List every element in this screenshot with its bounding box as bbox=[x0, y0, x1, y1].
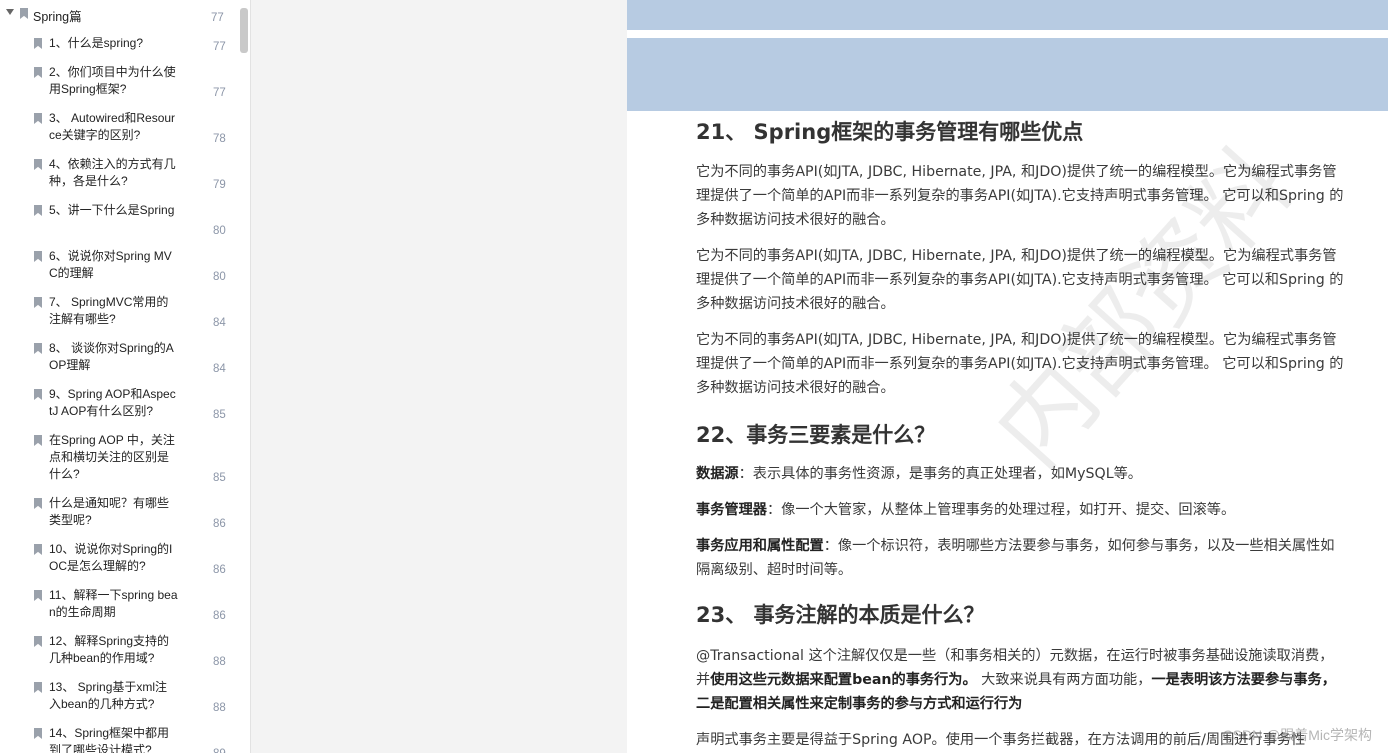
page-separator bbox=[627, 30, 1388, 38]
bookmark-page-number: 88 bbox=[213, 656, 226, 668]
bookmark-label: 13、 Spring基于xml注入bean的几种方式? bbox=[49, 680, 168, 711]
sidebar-scrollbar-thumb[interactable] bbox=[240, 8, 248, 53]
section-23-paragraph: @Transactional 这个注解仅仅是一些（和事务相关的）元数据，在运行时… bbox=[696, 644, 1346, 716]
bookmark-icon bbox=[34, 590, 42, 601]
section-21-paragraph: 它为不同的事务API(如JTA, JDBC, Hibernate, JPA, 和… bbox=[696, 332, 1344, 396]
bookmark-label: 9、Spring AOP和AspectJ AOP有什么区别? bbox=[49, 387, 176, 418]
bookmark-page-number: 80 bbox=[213, 271, 226, 283]
bookmark-page-number: 84 bbox=[213, 363, 226, 375]
bookmark-label: 什么是通知呢？有哪些类型呢? bbox=[49, 496, 170, 527]
bookmark-label: 12、解释Spring支持的几种bean的作用域? bbox=[49, 634, 170, 665]
document-page: 21、 Spring框架的事务管理有哪些优点 它为不同的事务API(如JTA, … bbox=[627, 38, 1388, 753]
bookmark-icon bbox=[34, 389, 42, 400]
bookmark-page-number: 84 bbox=[213, 317, 226, 329]
bookmark-icon bbox=[34, 544, 42, 555]
bookmark-item[interactable]: 7、 SpringMVC常用的注解有哪些? 84 bbox=[0, 289, 240, 335]
bookmark-item[interactable]: 9、Spring AOP和AspectJ AOP有什么区别? 85 bbox=[0, 381, 240, 427]
bookmark-page-number: 77 bbox=[213, 87, 226, 99]
bookmark-page-number: 86 bbox=[213, 564, 226, 576]
bookmark-sidebar: Spring篇 77 1、什么是spring? 77 2、你们项目中为什么使用S… bbox=[0, 0, 251, 753]
bookmark-page-number: 77 bbox=[211, 12, 224, 24]
bookmark-label: 11、解释一下spring bean的生命周期 bbox=[49, 588, 178, 619]
bookmark-icon bbox=[34, 38, 42, 49]
term-label: 事务应用和属性配置 bbox=[696, 538, 824, 554]
term-label: 事务管理器 bbox=[696, 502, 767, 518]
bookmark-icon bbox=[34, 435, 42, 446]
previous-page-bottom bbox=[627, 0, 1388, 30]
bookmark-item[interactable]: 13、 Spring基于xml注入bean的几种方式? 88 bbox=[0, 674, 240, 720]
bookmark-label: 8、 谈谈你对Spring的AOP理解 bbox=[49, 341, 174, 372]
bookmark-page-number: 79 bbox=[213, 179, 226, 191]
bookmark-label: 6、说说你对Spring MVC的理解 bbox=[49, 249, 172, 280]
term-description: ：像一个大管家，从整体上管理事务的处理过程，如打开、提交、回滚等。 bbox=[766, 502, 1236, 518]
section-21-paragraph: 它为不同的事务API(如JTA, JDBC, Hibernate, JPA, 和… bbox=[696, 164, 1344, 228]
bookmark-item[interactable]: 在Spring AOP 中，关注点和横切关注的区别是什么? 85 bbox=[0, 427, 240, 490]
bookmark-icon bbox=[34, 159, 42, 170]
bookmark-item[interactable]: 什么是通知呢？有哪些类型呢? 86 bbox=[0, 490, 240, 536]
page-header-banner bbox=[627, 38, 1388, 111]
bold-text-run: 使用这些元数据来配置bean的事务行为。 bbox=[710, 672, 977, 688]
bookmark-page-number: 85 bbox=[213, 409, 226, 421]
bookmark-page-number: 80 bbox=[213, 225, 226, 237]
bookmark-item[interactable]: 2、你们项目中为什么使用Spring框架? 77 bbox=[0, 59, 240, 105]
bookmark-page-number: 89 bbox=[213, 748, 226, 753]
bookmark-item[interactable]: 10、说说你对Spring的IOC是怎么理解的? 86 bbox=[0, 536, 240, 582]
bookmark-item[interactable]: 6、说说你对Spring MVC的理解 80 bbox=[0, 243, 240, 289]
section-21-heading: 21、 Spring框架的事务管理有哪些优点 bbox=[696, 120, 1084, 144]
bookmark-label: 在Spring AOP 中，关注点和横切关注的区别是什么? bbox=[49, 433, 175, 481]
bookmark-icon bbox=[34, 343, 42, 354]
bookmark-label: 10、说说你对Spring的IOC是怎么理解的? bbox=[49, 542, 173, 573]
bookmark-page-number: 86 bbox=[213, 518, 226, 530]
bookmark-icon bbox=[34, 205, 42, 216]
section-23-heading: 23、 事务注解的本质是什么？ bbox=[696, 603, 985, 627]
bookmark-item[interactable]: 8、 谈谈你对Spring的AOP理解 84 bbox=[0, 335, 240, 381]
section-22-item: 数据源：表示具体的事务性资源，是事务的真正处理者，如MySQL等。 bbox=[696, 462, 1346, 486]
bookmark-item[interactable]: 14、Spring框架中都用到了哪些设计模式? 89 bbox=[0, 720, 240, 753]
bookmark-item[interactable]: 4、依赖注入的方式有几种，各是什么? 79 bbox=[0, 151, 240, 197]
bookmark-page-number: 86 bbox=[213, 610, 226, 622]
bookmark-icon bbox=[34, 498, 42, 509]
term-label: 数据源 bbox=[696, 466, 739, 482]
bookmark-page-number: 88 bbox=[213, 702, 226, 714]
section-22-heading: 22、事务三要素是什么？ bbox=[696, 423, 936, 447]
bookmark-page-number: 85 bbox=[213, 472, 226, 484]
bookmark-label: 14、Spring框架中都用到了哪些设计模式? bbox=[49, 726, 170, 753]
text-run: 大致来说具有两方面功能， bbox=[976, 672, 1152, 688]
bookmark-item[interactable]: 12、解释Spring支持的几种bean的作用域? 88 bbox=[0, 628, 240, 674]
bookmark-label: 4、依赖注入的方式有几种，各是什么? bbox=[49, 157, 176, 188]
bookmark-list: 1、什么是spring? 77 2、你们项目中为什么使用Spring框架? 77… bbox=[0, 30, 240, 753]
bookmark-label: 1、什么是spring? bbox=[49, 36, 144, 50]
bookmark-icon bbox=[34, 682, 42, 693]
bookmark-label: 7、 SpringMVC常用的注解有哪些? bbox=[49, 295, 169, 326]
term-description: ：表示具体的事务性资源，是事务的真正处理者，如MySQL等。 bbox=[738, 466, 1142, 482]
section-22-item: 事务应用和属性配置：像一个标识符，表明哪些方法要参与事务，如何参与事务，以及一些… bbox=[696, 534, 1346, 582]
bookmark-icon bbox=[34, 113, 42, 124]
section-21-paragraph: 它为不同的事务API(如JTA, JDBC, Hibernate, JPA, 和… bbox=[696, 248, 1344, 312]
bookmark-page-number: 77 bbox=[213, 41, 226, 53]
bookmark-label: 5、讲一下什么是Spring bbox=[49, 203, 175, 217]
bookmark-label: 3、 Autowired和Resource关键字的区别? bbox=[49, 111, 176, 142]
bookmark-root-label: Spring篇 bbox=[33, 10, 82, 24]
bookmark-page-number: 78 bbox=[213, 133, 226, 145]
bookmark-icon bbox=[34, 636, 42, 647]
bookmark-item[interactable]: 5、讲一下什么是Spring 80 bbox=[0, 197, 240, 243]
bookmark-icon bbox=[34, 728, 42, 739]
bookmark-icon bbox=[34, 67, 42, 78]
bookmark-icon bbox=[34, 251, 42, 262]
bookmark-icon bbox=[34, 297, 42, 308]
collapse-caret-icon[interactable] bbox=[6, 9, 14, 15]
bookmark-item[interactable]: 11、解释一下spring bean的生命周期 86 bbox=[0, 582, 240, 628]
bookmark-root-spring[interactable]: Spring篇 77 bbox=[0, 0, 240, 30]
csdn-watermark: CSDN @跟着Mic学架构 bbox=[1222, 727, 1372, 743]
section-22-item: 事务管理器：像一个大管家，从整体上管理事务的处理过程，如打开、提交、回滚等。 bbox=[696, 498, 1346, 522]
bookmark-icon bbox=[20, 8, 28, 19]
bookmark-label: 2、你们项目中为什么使用Spring框架? bbox=[49, 65, 176, 96]
bookmark-item[interactable]: 1、什么是spring? 77 bbox=[0, 30, 240, 59]
bookmark-item[interactable]: 3、 Autowired和Resource关键字的区别? 78 bbox=[0, 105, 240, 151]
